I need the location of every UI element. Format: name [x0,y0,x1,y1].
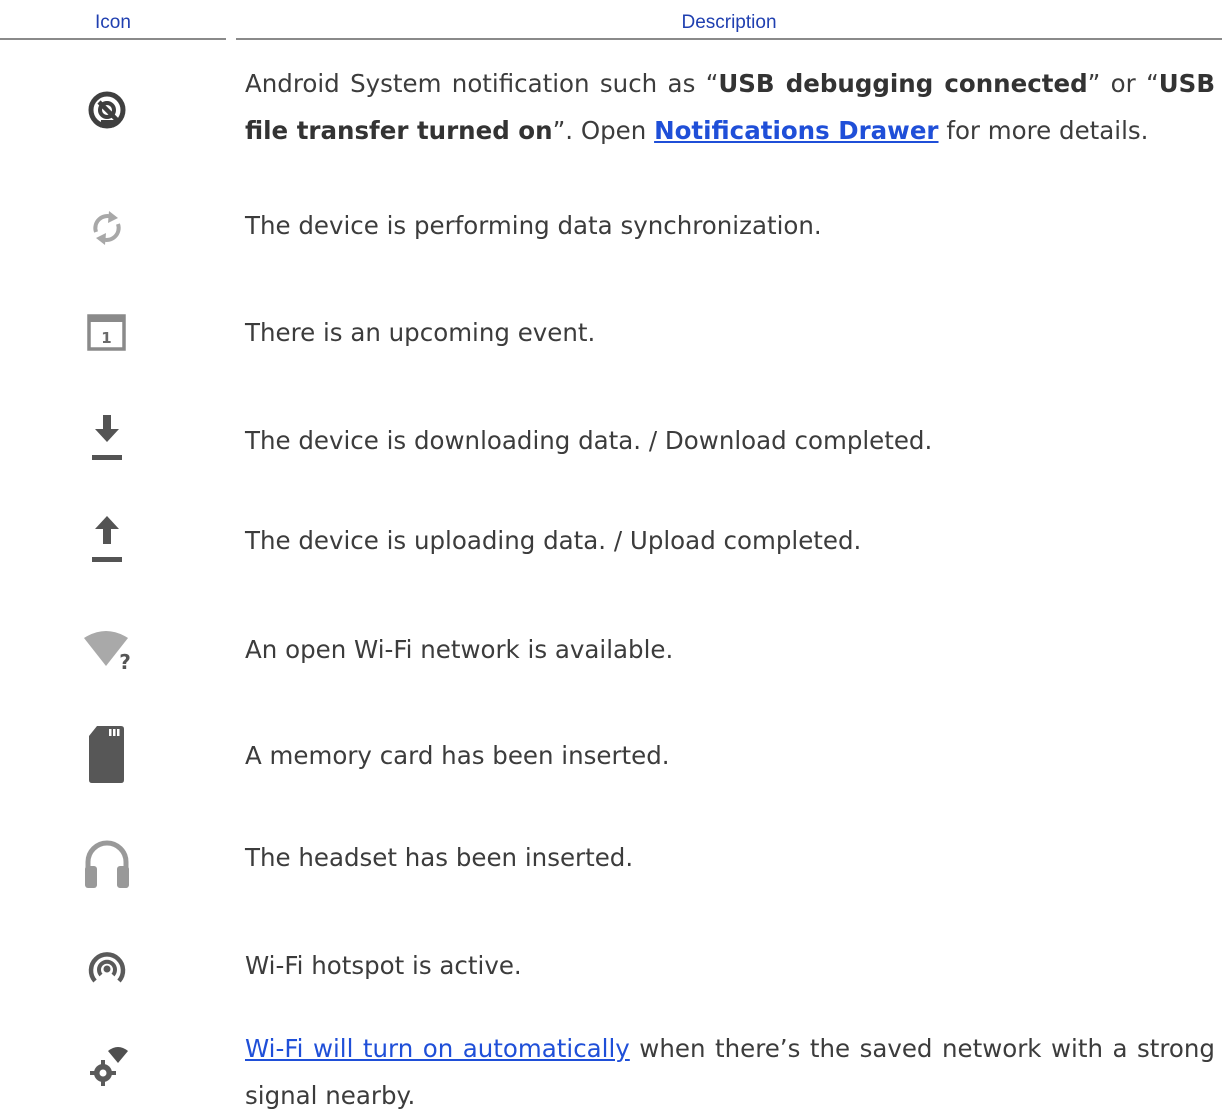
table-row: The headset has been inserted. [0,830,1222,900]
svg-text:?: ? [119,650,131,674]
wifi-auto-link[interactable]: Wi-Fi will turn on automatically [245,1034,630,1063]
row-description: Android System notification such as “USB… [245,69,1215,145]
header-icon-column: Icon [0,0,226,40]
table-row: 1 There is an upcoming event. [0,305,1222,365]
row-description: A memory card has been inserted. [245,741,670,770]
android-system-icon [72,80,142,140]
calendar-icon: 1 [72,305,142,365]
row-description: The device is downloading data. / Downlo… [245,426,933,455]
table-row: The device is downloading data. / Downlo… [0,413,1222,473]
memory-card-icon [72,722,142,788]
table-row: The device is uploading data. / Upload c… [0,513,1222,573]
row-description: There is an upcoming event. [245,318,596,347]
table-row: Wi-Fi hotspot is active. [0,938,1222,998]
sync-icon [72,198,142,258]
row-description: An open Wi-Fi network is available. [245,635,674,664]
table-header: Icon Description [0,0,1222,42]
table-row: Wi-Fi will turn on automatically when th… [0,1027,1222,1120]
row-description: Wi-Fi will turn on automatically when th… [245,1034,1215,1110]
wifi-auto-icon [72,1037,142,1097]
table-row: Android System notification such as “USB… [0,58,1222,168]
header-description-column: Description [236,0,1222,40]
row-description: The device is uploading data. / Upload c… [245,526,862,555]
table-row: ? An open Wi-Fi network is available. [0,622,1222,682]
upload-icon [72,513,142,573]
hotspot-icon [72,938,142,998]
notifications-drawer-link[interactable]: Notifications Drawer [654,116,938,145]
table-row: The device is performing data synchroniz… [0,198,1222,258]
calendar-day: 1 [101,329,111,347]
download-icon [72,413,142,473]
open-wifi-icon: ? [72,622,142,682]
headset-icon [72,830,142,896]
row-description: Wi-Fi hotspot is active. [245,951,522,980]
table-row: A memory card has been inserted. [0,718,1222,788]
row-description: The headset has been inserted. [245,843,634,872]
row-description: The device is performing data synchroniz… [245,211,822,240]
